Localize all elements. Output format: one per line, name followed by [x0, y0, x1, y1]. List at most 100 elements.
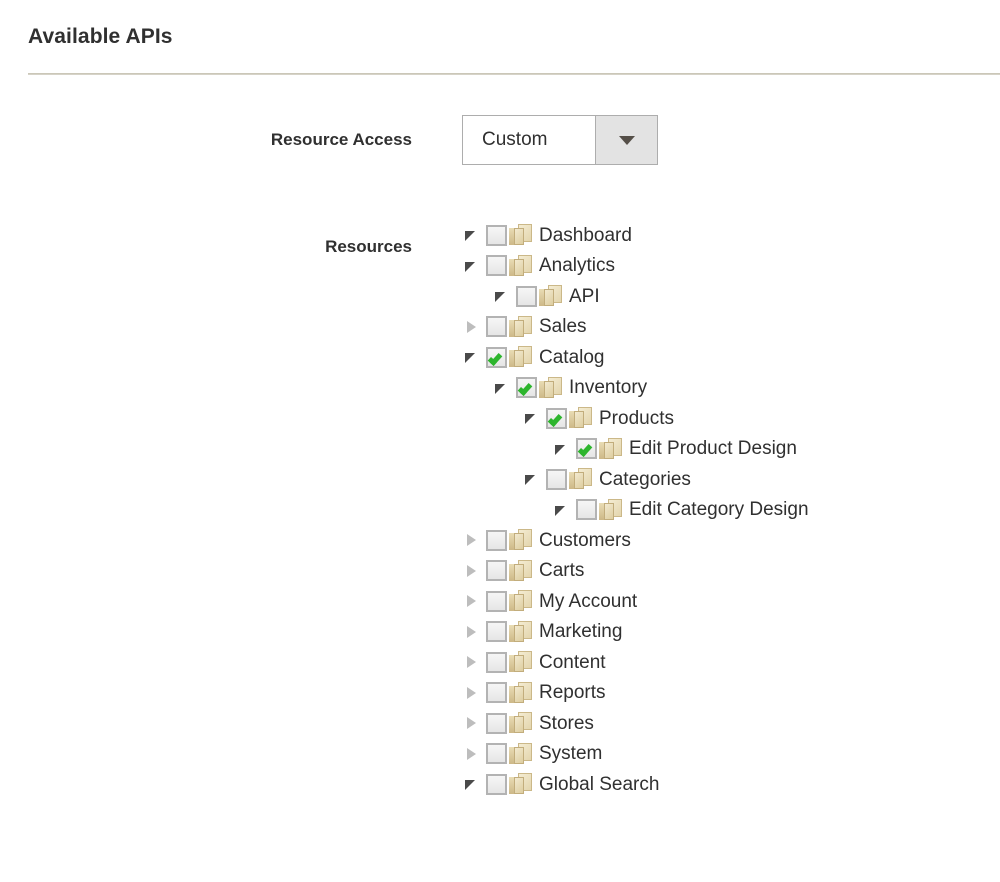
resource-access-row: Resource Access Custom: [28, 115, 658, 165]
tree-node[interactable]: Edit Product Design: [462, 434, 809, 465]
expander-closed-icon[interactable]: [462, 714, 480, 732]
expander-open-icon[interactable]: [462, 257, 480, 275]
checkbox-unchecked[interactable]: [576, 499, 597, 521]
tree-node[interactable]: Carts: [462, 556, 809, 587]
resources-label: Resources: [325, 237, 412, 256]
tree-node-label[interactable]: Analytics: [539, 256, 615, 275]
tree-node-label[interactable]: My Account: [539, 592, 637, 611]
tree-node[interactable]: Global Search: [462, 769, 809, 800]
tree-node[interactable]: System: [462, 739, 809, 770]
expander-open-icon[interactable]: [552, 501, 570, 519]
expander-open-icon[interactable]: [492, 379, 510, 397]
expander-closed-icon[interactable]: [462, 592, 480, 610]
folder-icon: [509, 529, 532, 551]
resource-access-selected-value[interactable]: Custom: [463, 116, 595, 164]
tree-node-label[interactable]: Dashboard: [539, 226, 632, 245]
tree-node-label[interactable]: Carts: [539, 561, 584, 580]
tree-node[interactable]: Dashboard: [462, 220, 809, 251]
tree-node[interactable]: Reports: [462, 678, 809, 709]
checkbox-checked[interactable]: [486, 346, 507, 368]
tree-node-label[interactable]: Reports: [539, 683, 606, 702]
checkbox-unchecked[interactable]: [486, 255, 507, 277]
tree-node[interactable]: Sales: [462, 312, 809, 343]
folder-icon: [509, 559, 532, 582]
expander-open-icon[interactable]: [492, 287, 510, 305]
tree-node-label[interactable]: Stores: [539, 714, 594, 733]
tree-node-label[interactable]: Categories: [599, 470, 691, 489]
checkbox-unchecked[interactable]: [486, 621, 507, 643]
checkbox-unchecked[interactable]: [486, 682, 507, 704]
tree-node-label[interactable]: API: [569, 287, 600, 306]
tree-node[interactable]: Categories: [462, 464, 809, 495]
tree-node[interactable]: API: [462, 281, 809, 312]
chevron-down-icon: [618, 135, 635, 145]
tree-node[interactable]: Inventory: [462, 373, 809, 404]
tree-node[interactable]: Edit Category Design: [462, 495, 809, 526]
tree-node[interactable]: Marketing: [462, 617, 809, 648]
tree-node[interactable]: Stores: [462, 708, 809, 739]
checkbox-unchecked[interactable]: [486, 773, 507, 795]
resource-access-label: Resource Access: [270, 130, 412, 149]
tree-node-label[interactable]: System: [539, 744, 602, 763]
folder-icon: [599, 437, 622, 460]
expander-closed-icon[interactable]: [462, 562, 480, 580]
expander-open-icon[interactable]: [462, 226, 480, 244]
folder-icon: [509, 254, 532, 277]
checkbox-unchecked[interactable]: [486, 224, 507, 246]
folder-icon: [599, 498, 622, 521]
expander-closed-icon[interactable]: [462, 653, 480, 671]
tree-node[interactable]: Products: [462, 403, 809, 434]
folder-icon: [509, 742, 532, 765]
checkbox-unchecked[interactable]: [486, 529, 507, 551]
folder-icon: [569, 468, 592, 490]
resources-tree: Dashboard Analytics API Sales Catalog Invento…: [462, 218, 809, 800]
checkbox-unchecked[interactable]: [546, 468, 567, 490]
expander-open-icon[interactable]: [522, 409, 540, 427]
tree-node-label[interactable]: Catalog: [539, 348, 605, 367]
checkbox-unchecked[interactable]: [516, 285, 537, 307]
tree-node-label[interactable]: Customers: [539, 531, 631, 550]
expander-open-icon[interactable]: [462, 348, 480, 366]
checkbox-unchecked[interactable]: [486, 712, 507, 734]
tree-node[interactable]: Analytics: [462, 251, 809, 282]
folder-icon: [509, 773, 532, 795]
checkbox-unchecked[interactable]: [486, 316, 507, 338]
expander-closed-icon[interactable]: [462, 623, 480, 641]
checkbox-unchecked[interactable]: [486, 590, 507, 612]
checkbox-unchecked[interactable]: [486, 560, 507, 582]
expander-open-icon[interactable]: [462, 775, 480, 793]
expander-closed-icon[interactable]: [462, 318, 480, 336]
tree-node[interactable]: My Account: [462, 586, 809, 617]
folder-icon: [539, 376, 562, 399]
checkbox-checked[interactable]: [546, 407, 567, 429]
tree-node-label[interactable]: Inventory: [569, 378, 647, 397]
checkbox-unchecked[interactable]: [486, 651, 507, 673]
tree-node-label[interactable]: Edit Product Design: [629, 439, 797, 458]
checkbox-checked[interactable]: [576, 438, 597, 460]
checkbox-checked[interactable]: [516, 377, 537, 399]
folder-icon: [509, 651, 532, 673]
resource-access-select[interactable]: Custom: [462, 115, 658, 165]
tree-node-label[interactable]: Content: [539, 653, 606, 672]
tree-node-label[interactable]: Global Search: [539, 775, 659, 794]
expander-closed-icon[interactable]: [462, 684, 480, 702]
expander-open-icon[interactable]: [552, 440, 570, 458]
expander-closed-icon[interactable]: [462, 531, 480, 549]
expander-open-icon[interactable]: [522, 470, 540, 488]
title-divider: [28, 73, 1000, 75]
tree-node[interactable]: Content: [462, 647, 809, 678]
resource-access-dropdown-button[interactable]: [595, 116, 657, 164]
checkbox-unchecked[interactable]: [486, 743, 507, 765]
tree-node-label[interactable]: Marketing: [539, 622, 622, 641]
tree-node[interactable]: Catalog: [462, 342, 809, 373]
tree-node-label[interactable]: Sales: [539, 317, 587, 336]
folder-icon: [509, 712, 532, 734]
tree-node-label[interactable]: Edit Category Design: [629, 500, 809, 519]
tree-node-label[interactable]: Products: [599, 409, 674, 428]
folder-icon: [539, 285, 562, 307]
resources-row: Resources Dashboard Analytics API Sales Cata…: [28, 218, 809, 800]
folder-icon: [509, 224, 532, 246]
tree-node[interactable]: Customers: [462, 525, 809, 556]
folder-icon: [509, 590, 532, 612]
expander-closed-icon[interactable]: [462, 745, 480, 763]
